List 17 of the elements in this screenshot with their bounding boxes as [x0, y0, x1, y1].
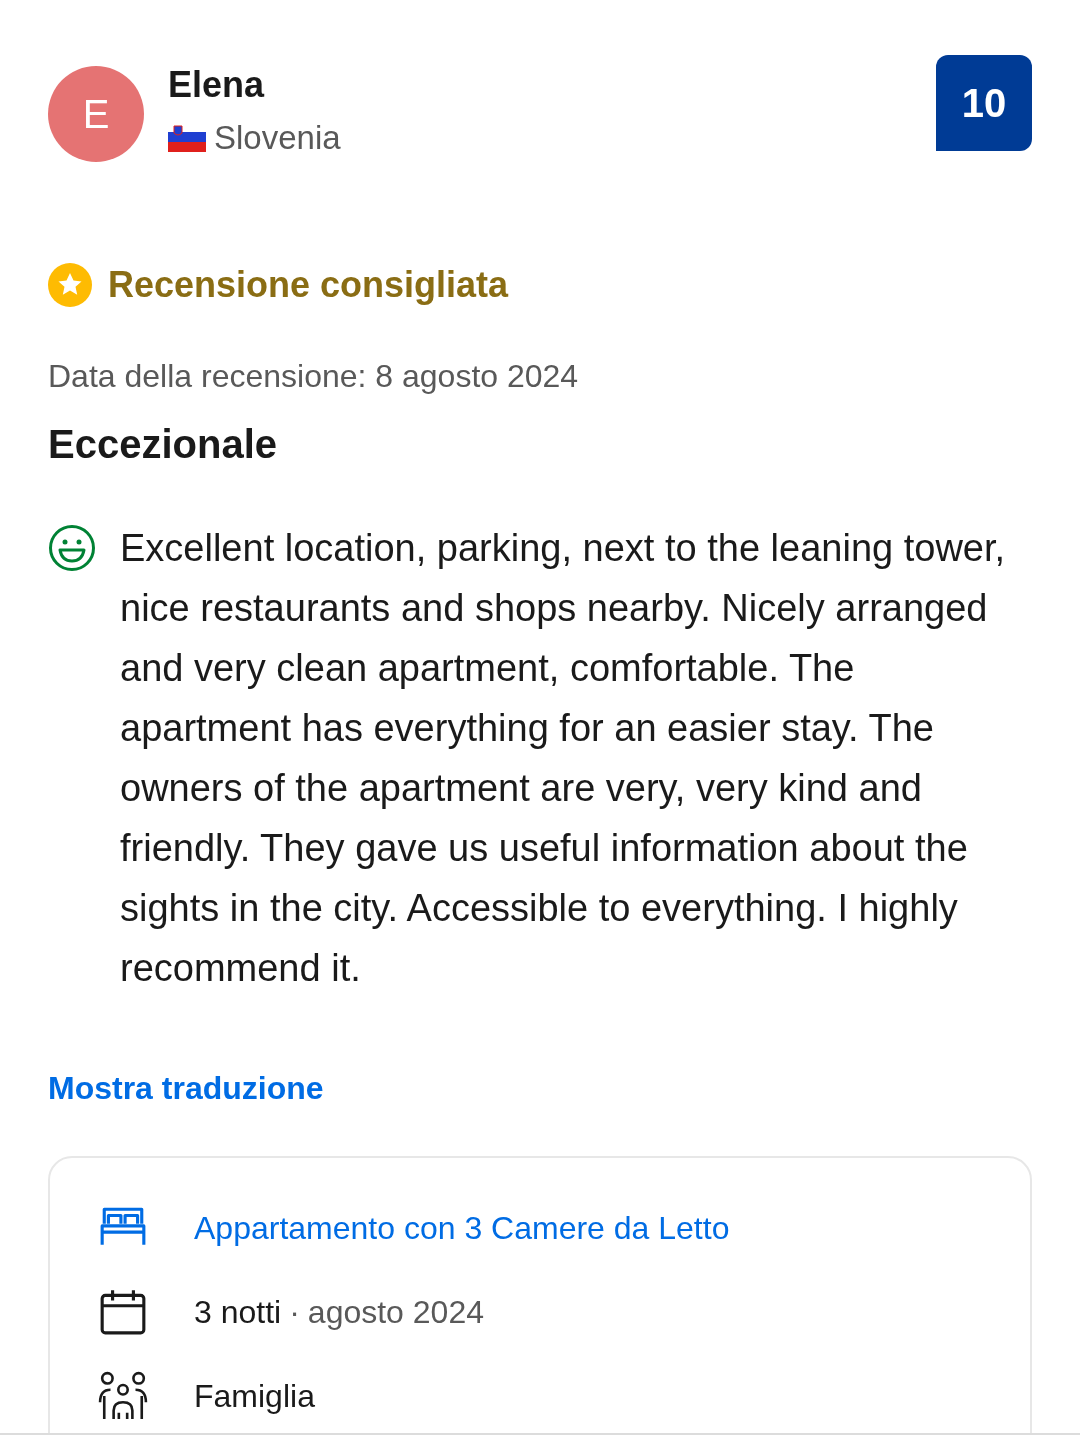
recommended-label: Recensione consigliata [108, 263, 509, 308]
room-link[interactable]: Appartamento con 3 Camere da Letto [194, 1204, 730, 1253]
country-name: Slovenia [214, 117, 341, 158]
avatar: E [48, 65, 144, 162]
smiley-icon [48, 524, 96, 573]
separator-dot: · [289, 1294, 300, 1331]
review-date: Data della recensione: 8 agosto 2024 [48, 357, 580, 397]
review-text: Excellent location, parking, next to the leaning tower, nice restaurants and shops nearby. Nicely arranged and very clean apartment, comfortable. The apartment has everything for an easier stay. The owners of the apartment are very, very kind and friendly. They gave us useful information about the sights in the city. Accessible to everything. I highly recommend it. [120, 526, 1007, 992]
review-title: Eccezionale [48, 421, 278, 469]
traveler-type: Famiglia [194, 1377, 315, 1417]
translation-link[interactable]: Mostra traduzione [48, 1064, 324, 1113]
flag-icon [168, 122, 206, 153]
stay-month: agosto 2024 [307, 1294, 484, 1331]
reviewer-name: Elena [168, 65, 266, 105]
nights-count: 3 notti [194, 1294, 282, 1331]
score-badge: 10 [936, 55, 1032, 151]
family-icon [98, 1371, 148, 1422]
